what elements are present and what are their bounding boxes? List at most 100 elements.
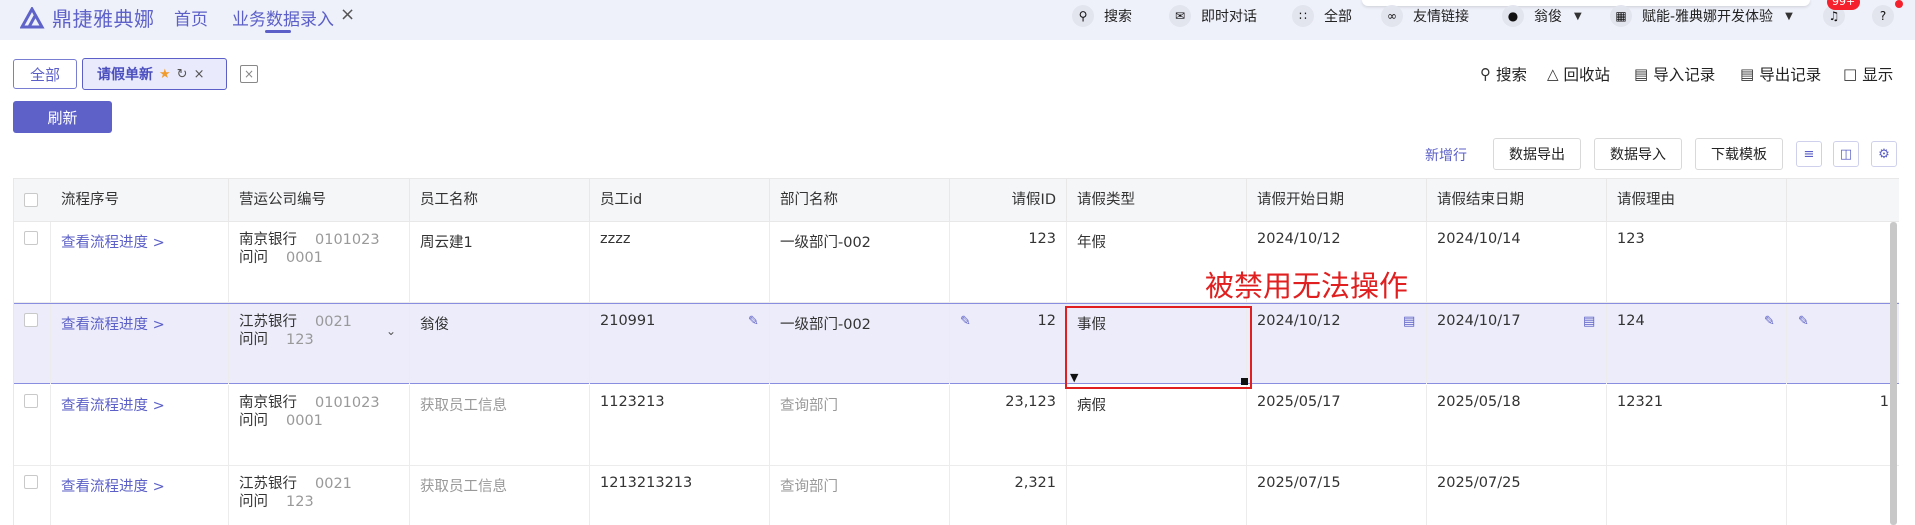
row-checkbox[interactable] (24, 313, 38, 327)
pin-icon[interactable]: ★ (159, 67, 171, 82)
tenant-menu[interactable]: ▦ 赋能-雅典娜开发体验 ▼ (1610, 5, 1793, 27)
close-tab-icon[interactable]: × (340, 4, 355, 25)
column-header[interactable]: 请假结束日期 (1427, 179, 1607, 222)
select-all-checkbox[interactable] (24, 193, 38, 207)
app-logo[interactable]: 鼎捷雅典娜 (20, 3, 155, 32)
edit-icon[interactable]: ✎ (1764, 314, 1775, 329)
company-cell[interactable]: 南京银行 0101023 问问 0001 (229, 222, 410, 302)
nav-tab-business-data[interactable]: 业务数据录入 (232, 5, 334, 30)
company-cell[interactable]: 江苏银行 0021 问问 123 ⌄ (229, 304, 410, 384)
company-cell[interactable]: 南京银行 0101023 问问 0001 (229, 385, 410, 465)
fill-handle (1241, 378, 1248, 385)
all-apps-menu[interactable]: ∷ 全部 (1292, 5, 1352, 27)
row-height-icon[interactable]: ≡ (1796, 141, 1822, 167)
row-checkbox[interactable] (24, 475, 38, 489)
data-import-button[interactable]: 数据导入 (1594, 138, 1682, 170)
employee-name-cell[interactable]: 获取员工信息 (410, 466, 590, 525)
calendar-icon[interactable]: ▤ (1403, 314, 1415, 329)
chat-label: 即时对话 (1201, 9, 1257, 25)
nav-home[interactable]: 首页 (174, 5, 208, 30)
chevron-down-icon[interactable]: ⌄ (386, 322, 396, 340)
employee-id-cell[interactable]: zzzz (590, 222, 770, 302)
view-all-button[interactable]: 全部 (13, 59, 77, 89)
toolbar-export-records[interactable]: ▤ 导出记录 (1740, 63, 1821, 85)
extra-cell[interactable] (1787, 222, 1899, 302)
department-cell[interactable]: 一级部门-002 (770, 222, 950, 302)
start-date-cell[interactable]: 2025/05/17 (1247, 385, 1427, 465)
reason-cell[interactable] (1607, 466, 1787, 525)
start-date-cell[interactable]: 2024/10/12 ▤ (1247, 304, 1427, 384)
leave-id-cell[interactable]: 2,321 (950, 466, 1067, 525)
gear-icon[interactable]: ⚙ (1871, 141, 1897, 167)
employee-id-cell[interactable]: 1123213 (590, 385, 770, 465)
column-header[interactable]: 请假ID (950, 179, 1067, 222)
search-menu[interactable]: ⚲ 搜索 (1072, 5, 1132, 27)
refresh-button[interactable]: 刷新 (13, 101, 112, 133)
row-checkbox[interactable] (24, 394, 38, 408)
data-export-button[interactable]: 数据导出 (1493, 138, 1581, 170)
refresh-view-icon[interactable]: ↻ (177, 67, 188, 82)
extra-cell[interactable]: 1 (1787, 385, 1899, 465)
leave-id-cell[interactable]: 123 (950, 222, 1067, 302)
toolbar-display[interactable]: □ 显示 (1843, 63, 1893, 85)
employee-id-cell[interactable]: 1213213213 (590, 466, 770, 525)
flow-progress-link[interactable]: 查看流程进度 > (51, 385, 229, 465)
view-current-button[interactable]: 请假单新 ★ ↻ × (82, 58, 227, 90)
vertical-scrollbar[interactable] (1890, 222, 1897, 525)
row-checkbox[interactable] (24, 231, 38, 245)
end-date-cell[interactable]: 2024/10/14 (1427, 222, 1607, 302)
download-template-button[interactable]: 下载模板 (1695, 138, 1783, 170)
help[interactable]: ? (1872, 5, 1894, 27)
clear-filter-icon[interactable]: × (240, 65, 258, 83)
friend-links-menu[interactable]: ∞ 友情链接 (1381, 5, 1469, 27)
chat-menu[interactable]: ✉ 即时对话 (1169, 5, 1257, 27)
column-header[interactable]: 员工id (590, 179, 770, 222)
leave-type-cell[interactable] (1067, 466, 1247, 525)
flow-progress-link[interactable]: 查看流程进度 > (51, 222, 229, 302)
flow-progress-link[interactable]: 查看流程进度 > (51, 304, 229, 384)
department-cell[interactable]: 查询部门 (770, 385, 950, 465)
table-row[interactable]: 查看流程进度 > 江苏银行 0021 问问 123 获取员工信息 121321321… (14, 466, 1899, 525)
add-row-link[interactable]: 新增行 (1425, 145, 1467, 165)
department-cell[interactable]: 一级部门-002 (770, 304, 950, 384)
toolbar-recycle[interactable]: △ 回收站 (1547, 63, 1610, 85)
employee-name-cell[interactable]: 周云建1 (410, 222, 590, 302)
extra-cell[interactable]: ✎ (1787, 304, 1899, 384)
extra-cell[interactable] (1787, 466, 1899, 525)
close-icon[interactable]: × (194, 67, 205, 82)
end-date-cell[interactable]: 2025/05/18 (1427, 385, 1607, 465)
department-cell[interactable]: 查询部门 (770, 466, 950, 525)
column-header[interactable]: 营运公司编号 (229, 179, 410, 222)
reason-cell[interactable]: 124 ✎ (1607, 304, 1787, 384)
calendar-icon[interactable]: ▤ (1583, 314, 1595, 329)
user-menu[interactable]: ● 翁俊 ▼ (1502, 5, 1582, 27)
table-row[interactable]: 查看流程进度 > 南京银行 0101023 问问 0001 周云建1 zzzz 一级… (14, 222, 1899, 303)
end-date-cell[interactable]: 2024/10/17 ▤ (1427, 304, 1607, 384)
reason-cell[interactable]: 123 (1607, 222, 1787, 302)
column-settings-icon[interactable]: ◫ (1833, 141, 1859, 167)
edit-icon[interactable]: ✎ (748, 314, 759, 329)
reason-cell[interactable]: 12321 (1607, 385, 1787, 465)
company-cell[interactable]: 江苏银行 0021 问问 123 (229, 466, 410, 525)
employee-id-cell[interactable]: 210991 ✎ (590, 304, 770, 384)
toolbar-search[interactable]: ⚲ 搜索 (1480, 63, 1527, 85)
table-row[interactable]: 查看流程进度 > 南京银行 0101023 问问 0001 获取员工信息 11232… (14, 385, 1899, 466)
leave-type-cell[interactable]: 病假 (1067, 385, 1247, 465)
column-header[interactable]: 员工名称 (410, 179, 590, 222)
employee-name-cell[interactable]: 获取员工信息 (410, 385, 590, 465)
leave-id-cell[interactable]: ✎ 12 (950, 304, 1067, 384)
column-header[interactable]: 请假类型 (1067, 179, 1247, 222)
table-row-selected[interactable]: 查看流程进度 > 江苏银行 0021 问问 123 ⌄ 翁俊 210991 ✎ 一级… (14, 303, 1899, 384)
toolbar-import-records[interactable]: ▤ 导入记录 (1634, 63, 1715, 85)
flow-progress-link[interactable]: 查看流程进度 > (51, 466, 229, 525)
column-header[interactable]: 部门名称 (770, 179, 950, 222)
leave-id-cell[interactable]: 23,123 (950, 385, 1067, 465)
column-header[interactable]: 请假开始日期 (1247, 179, 1427, 222)
employee-name-cell[interactable]: 翁俊 (410, 304, 590, 384)
end-date-cell[interactable]: 2025/07/25 (1427, 466, 1607, 525)
edit-icon[interactable]: ✎ (960, 314, 971, 329)
column-header[interactable]: 请假理由 (1607, 179, 1787, 222)
start-date-cell[interactable]: 2025/07/15 (1247, 466, 1427, 525)
edit-icon[interactable]: ✎ (1798, 314, 1809, 329)
column-header[interactable]: 流程序号 (51, 179, 229, 222)
